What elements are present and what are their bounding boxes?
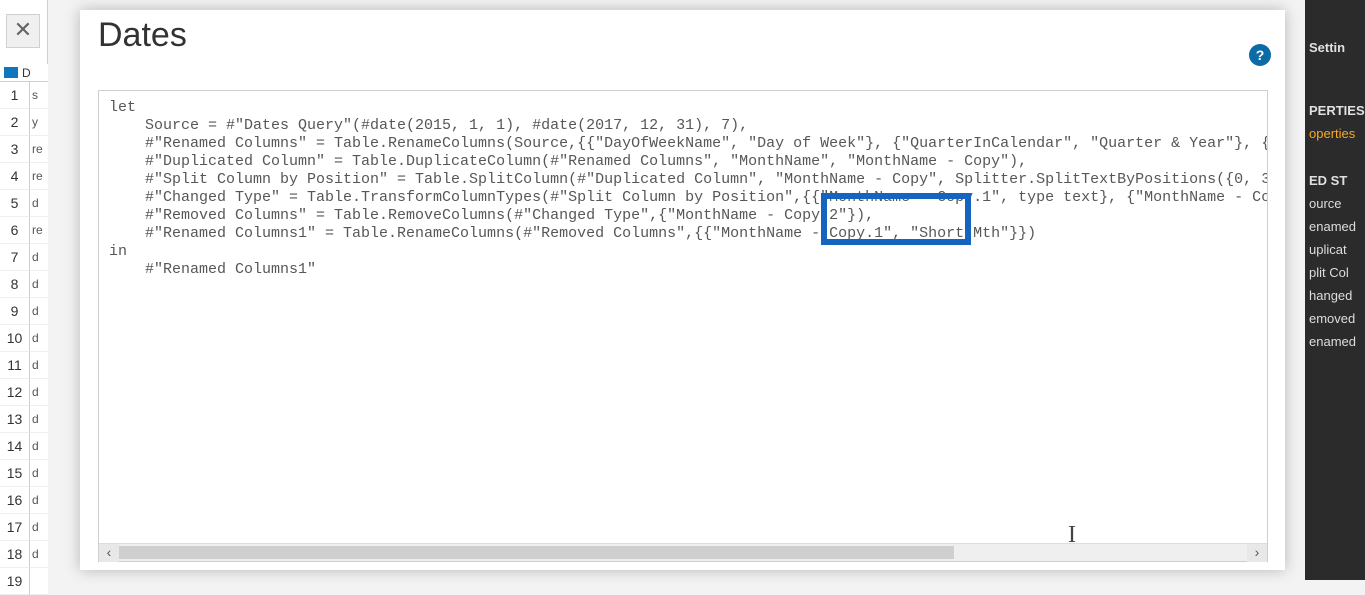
- row-value-peek: syreredredddddddddddd: [30, 82, 48, 595]
- text-cursor-icon: I: [1068, 522, 1076, 549]
- step-split-col[interactable]: plit Col: [1305, 261, 1365, 284]
- row-number[interactable]: 13: [0, 406, 30, 433]
- scroll-right-icon[interactable]: ›: [1247, 544, 1267, 562]
- all-properties-link[interactable]: operties: [1305, 122, 1365, 145]
- step-source[interactable]: ource: [1305, 192, 1365, 215]
- settings-header: Settin: [1305, 36, 1365, 59]
- step-renamed1[interactable]: enamed: [1305, 330, 1365, 353]
- row-number[interactable]: 8: [0, 271, 30, 298]
- step-removed[interactable]: emoved: [1305, 307, 1365, 330]
- step-renamed[interactable]: enamed: [1305, 215, 1365, 238]
- right-settings-panel: Settin PERTIES operties ED ST ource enam…: [1305, 0, 1365, 580]
- advanced-editor-dialog: Dates ? let Source = #"Dates Query"(#dat…: [80, 10, 1285, 570]
- table-icon-header: D: [0, 64, 48, 82]
- row-number[interactable]: 14: [0, 433, 30, 460]
- horizontal-scrollbar[interactable]: ‹ ›: [99, 543, 1267, 561]
- first-column-letter: D: [22, 66, 31, 80]
- row-number[interactable]: 18: [0, 541, 30, 568]
- cell-peek-value: d: [30, 244, 48, 271]
- row-number[interactable]: 7: [0, 244, 30, 271]
- cell-peek-value: re: [30, 217, 48, 244]
- row-number[interactable]: 6: [0, 217, 30, 244]
- cell-peek-value: [30, 568, 48, 595]
- scroll-left-icon[interactable]: ‹: [99, 544, 119, 562]
- row-number[interactable]: 17: [0, 514, 30, 541]
- scroll-track[interactable]: [119, 544, 1247, 561]
- cell-peek-value: d: [30, 298, 48, 325]
- cell-peek-value: y: [30, 109, 48, 136]
- applied-steps-header: ED ST: [1305, 169, 1365, 192]
- table-grid-icon: [4, 67, 18, 78]
- row-number[interactable]: 11: [0, 352, 30, 379]
- help-icon[interactable]: ?: [1249, 44, 1271, 66]
- step-duplicated[interactable]: uplicat: [1305, 238, 1365, 261]
- row-number[interactable]: 4: [0, 163, 30, 190]
- step-changed[interactable]: hanged: [1305, 284, 1365, 307]
- row-number[interactable]: 12: [0, 379, 30, 406]
- cell-peek-value: d: [30, 352, 48, 379]
- row-number[interactable]: 3: [0, 136, 30, 163]
- row-number[interactable]: 1: [0, 82, 30, 109]
- scroll-thumb[interactable]: [119, 546, 954, 559]
- row-number[interactable]: 5: [0, 190, 30, 217]
- row-number[interactable]: 15: [0, 460, 30, 487]
- cell-peek-value: d: [30, 325, 48, 352]
- cell-peek-value: d: [30, 433, 48, 460]
- cell-peek-value: d: [30, 379, 48, 406]
- code-editor[interactable]: let Source = #"Dates Query"(#date(2015, …: [99, 91, 1267, 543]
- row-number[interactable]: 16: [0, 487, 30, 514]
- data-preview-strip: D 12345678910111213141516171819 syreredr…: [0, 0, 48, 580]
- row-number[interactable]: 10: [0, 325, 30, 352]
- cell-peek-value: d: [30, 460, 48, 487]
- row-number[interactable]: 2: [0, 109, 30, 136]
- close-button[interactable]: [6, 14, 40, 48]
- cell-peek-value: d: [30, 190, 48, 217]
- properties-header: PERTIES: [1305, 99, 1365, 122]
- cell-peek-value: s: [30, 82, 48, 109]
- cell-peek-value: d: [30, 406, 48, 433]
- cell-peek-value: d: [30, 271, 48, 298]
- cell-peek-value: d: [30, 487, 48, 514]
- cell-peek-value: d: [30, 541, 48, 568]
- row-number[interactable]: 9: [0, 298, 30, 325]
- dialog-title: Dates: [80, 10, 1285, 65]
- row-number[interactable]: 19: [0, 568, 30, 595]
- cell-peek-value: re: [30, 136, 48, 163]
- cell-peek-value: d: [30, 514, 48, 541]
- row-number-gutter: 12345678910111213141516171819: [0, 82, 30, 595]
- cell-peek-value: re: [30, 163, 48, 190]
- code-editor-frame: let Source = #"Dates Query"(#date(2015, …: [98, 90, 1268, 562]
